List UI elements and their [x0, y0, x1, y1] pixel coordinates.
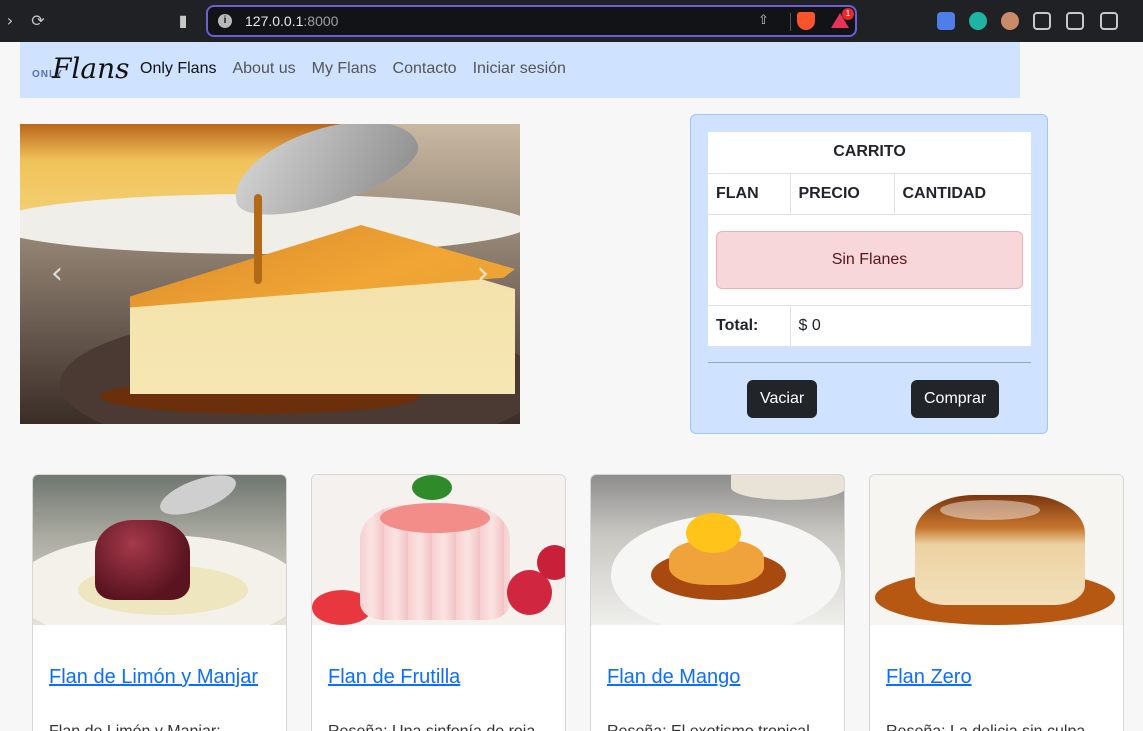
forward-icon[interactable]: ›: [0, 11, 20, 31]
site-navbar: ONLY Flans Only Flans About us My Flans …: [20, 42, 1020, 98]
carousel-next-icon[interactable]: ›: [468, 254, 498, 294]
rewards-badge: 1: [842, 8, 854, 20]
edge-extension-icon[interactable]: [969, 12, 987, 30]
logo-script-text: Flans: [52, 52, 130, 85]
total-label: Total:: [708, 305, 790, 347]
nav-link-contacto[interactable]: Contacto: [393, 60, 457, 78]
product-card: Flan de Mango Reseña: El exotismo tropic…: [590, 474, 845, 731]
buy-button[interactable]: Comprar: [911, 380, 1000, 418]
nav-link-only-flans[interactable]: Only Flans: [140, 60, 216, 78]
product-description: Reseña: La delicia sin culpa: [886, 723, 1085, 731]
product-title-link[interactable]: Flan de Frutilla: [328, 666, 460, 689]
sidebar-toggle-icon[interactable]: [1066, 12, 1084, 30]
total-value: $ 0: [789, 305, 1031, 347]
cart-divider: [708, 362, 1031, 363]
column-header-flan: FLAN: [708, 173, 790, 215]
product-description: Reseña: Una sinfonía de roja: [328, 723, 535, 731]
cart-table: CARRITO FLAN PRECIO CANTIDAD Sin Flanes …: [708, 132, 1031, 347]
product-card: Flan Zero Reseña: La delicia sin culpa: [869, 474, 1124, 731]
product-image[interactable]: [591, 475, 844, 625]
nav-link-login[interactable]: Iniciar sesión: [473, 60, 566, 78]
product-card: Flan de Limón y Manjar Flan de Limón y M…: [32, 474, 287, 731]
owl-extension-icon[interactable]: [1001, 12, 1019, 30]
cart-panel: CARRITO FLAN PRECIO CANTIDAD Sin Flanes …: [690, 114, 1048, 434]
nav-links: Only Flans About us My Flans Contacto In…: [140, 60, 566, 78]
column-header-precio: PRECIO: [789, 173, 894, 215]
empty-cart-alert: Sin Flanes: [716, 230, 1023, 289]
divider: [790, 13, 791, 31]
nav-link-about-us[interactable]: About us: [232, 60, 295, 78]
bookmark-icon[interactable]: ▮: [173, 11, 193, 31]
column-header-cantidad: CANTIDAD: [893, 173, 1031, 215]
product-image[interactable]: [312, 475, 565, 625]
site-logo[interactable]: ONLY Flans: [32, 52, 142, 86]
product-description: Reseña: El exotismo tropical: [607, 723, 810, 731]
product-title-link[interactable]: Flan Zero: [886, 666, 972, 689]
url-text[interactable]: 127.0.0.1:8000: [245, 13, 338, 29]
product-image[interactable]: [870, 475, 1123, 625]
nav-link-my-flans[interactable]: My Flans: [312, 60, 377, 78]
site-info-icon[interactable]: i: [218, 14, 232, 28]
wallet-icon[interactable]: [1100, 12, 1118, 30]
product-card: Flan de Frutilla Reseña: Una sinfonía de…: [311, 474, 566, 731]
url-port: :8000: [303, 13, 339, 29]
reload-icon[interactable]: ⟳: [28, 11, 48, 31]
translate-extension-icon[interactable]: [937, 12, 955, 30]
caramel-drip-shape: [254, 194, 262, 284]
product-description: Flan de Limón y Manjar:: [49, 723, 221, 731]
extensions-puzzle-icon[interactable]: [1033, 12, 1051, 30]
cart-title: CARRITO: [708, 132, 1031, 174]
browser-toolbar: › ⟳ ▮ i 127.0.0.1:8000 ⇧ 1: [0, 0, 1143, 42]
address-bar[interactable]: i 127.0.0.1:8000 ⇧ 1: [206, 5, 857, 37]
product-title-link[interactable]: Flan de Limón y Manjar: [49, 666, 258, 689]
empty-cart-button[interactable]: Vaciar: [747, 380, 818, 418]
product-image[interactable]: [33, 475, 286, 625]
flan-carousel: ‹ ›: [20, 124, 520, 424]
share-icon[interactable]: ⇧: [758, 12, 774, 30]
url-host: 127.0.0.1: [245, 13, 304, 29]
carousel-prev-icon[interactable]: ‹: [42, 254, 72, 294]
product-title-link[interactable]: Flan de Mango: [607, 666, 740, 689]
brave-shield-icon[interactable]: [797, 12, 815, 30]
